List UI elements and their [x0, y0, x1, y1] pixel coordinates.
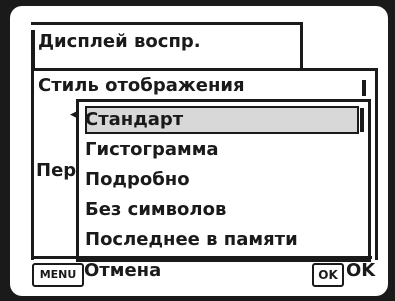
tab-border-right [300, 22, 303, 68]
ok-key-icon: OK [312, 263, 344, 287]
tab-border-left [31, 30, 35, 72]
option-no-icons[interactable]: Без символов [85, 196, 359, 224]
display-style-dropdown[interactable]: Стандарт Гистограмма Подробно Без символ… [76, 99, 371, 262]
dropdown-scroll-indicator [360, 108, 364, 132]
option-detailed[interactable]: Подробно [85, 166, 359, 194]
footer-divider [31, 256, 372, 259]
option-last-in-memory[interactable]: Последнее в памяти [85, 226, 359, 254]
panel-scroll-indicator [362, 80, 366, 96]
tab-border-top [31, 22, 303, 25]
cancel-label[interactable]: Отмена [84, 260, 161, 281]
tab-playback-display[interactable]: Дисплей воспр. [38, 31, 201, 52]
setting-partial-label: Пер [36, 160, 77, 181]
option-histogram[interactable]: Гистограмма [85, 136, 359, 164]
setting-display-style-label[interactable]: Стиль отображения [38, 75, 245, 96]
menu-key-icon: MENU [32, 263, 84, 287]
option-standard[interactable]: Стандарт [85, 106, 359, 134]
ok-label[interactable]: OK [346, 260, 375, 281]
